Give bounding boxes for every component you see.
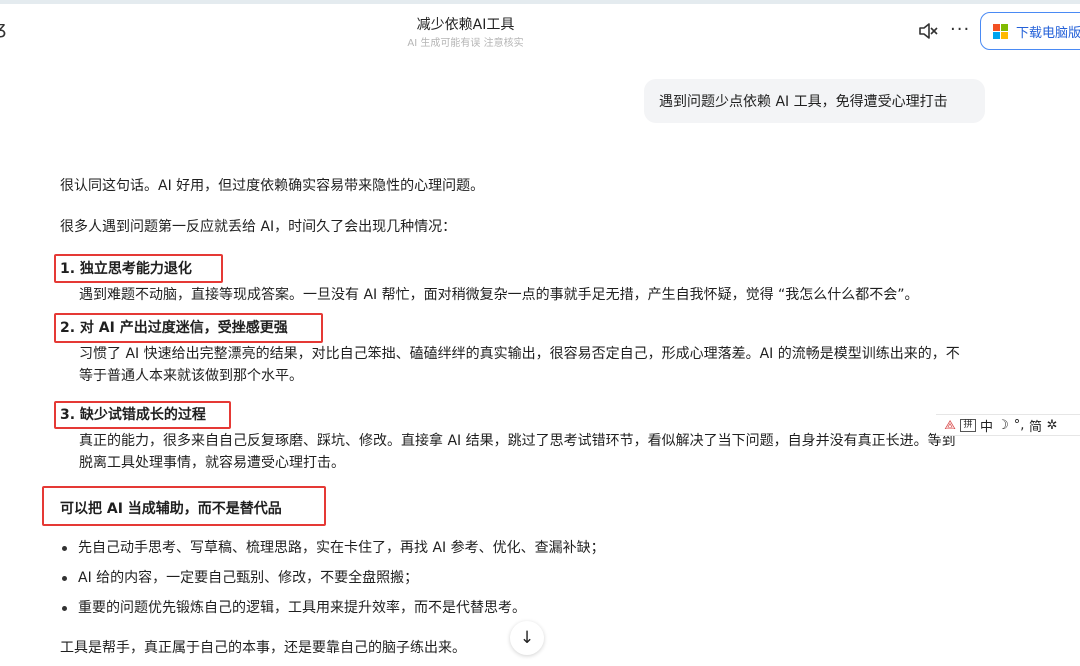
point-body-1: 遇到难题不动脑，直接等现成答案。一旦没有 AI 帮忙，面对稍微复杂一点的事就手足… [79, 287, 919, 303]
scroll-to-bottom-button[interactable]: ↓ [510, 621, 544, 655]
speaker-muted-icon[interactable] [918, 22, 938, 40]
point-body-2: 习惯了 AI 快速给出完整漂亮的结果，对比自己笨拙、磕磕绊绊的真实输出，很容易否… [79, 346, 960, 384]
more-options-icon[interactable]: ··· [950, 20, 970, 40]
bullet-item: 重要的问题优先锻炼自己的逻辑，工具用来提升效率，而不是代替思考。 [60, 597, 526, 619]
download-desktop-button[interactable]: 下载电脑版 [980, 12, 1080, 50]
highlight-box-point-1 [54, 254, 223, 283]
highlight-box-section [42, 486, 326, 526]
download-button-label: 下载电脑版 [1016, 25, 1080, 41]
bullet-item: 先自己动手思考、写草稿、梳理思路，实在卡住了，再找 AI 参考、优化、查漏补缺； [60, 537, 605, 559]
ai-disclaimer: AI 生成可能有误 注意核实 [407, 38, 524, 49]
ime-toolbar: ⟁ 拼 中 ☽ °, 简 ✲ [936, 414, 1080, 436]
highlight-box-point-2 [54, 313, 323, 343]
arrow-down-icon: ↓ [519, 628, 535, 648]
conversation-title[interactable]: 减少依赖AI工具 [0, 14, 931, 34]
ime-logo-icon[interactable]: ⟁ [944, 418, 956, 433]
ime-language-toggle[interactable]: 中 [980, 416, 993, 435]
point-body-3: 真正的能力，很多来自自己反复琢磨、踩坑、修改。直接拿 AI 结果，跳过了思考试错… [79, 433, 956, 471]
ime-punctuation-toggle[interactable]: °, [1013, 418, 1025, 433]
ime-width-moon-icon[interactable]: ☽ [997, 418, 1009, 433]
ime-pinyin-toggle[interactable]: 拼 [960, 418, 976, 432]
answer-closing: 工具是帮手，真正属于自己的本事，还是要靠自己的脑子练出来。 [60, 640, 466, 656]
bullet-item: AI 给的内容，一定要自己甄别、修改，不要全盘照搬； [60, 567, 418, 589]
ime-settings-gear-icon[interactable]: ✲ [1046, 418, 1058, 433]
chat-header: ʒ 减少依赖AI工具 AI 生成可能有误 注意核实 ··· 下载电脑版 [0, 4, 1080, 56]
answer-intro: 很认同这句话。AI 好用，但过度依赖确实容易带来隐性的心理问题。 [60, 178, 485, 194]
highlight-box-point-3 [54, 401, 231, 429]
user-message-bubble: 遇到问题少点依赖 AI 工具，免得遭受心理打击 [644, 79, 985, 123]
windows-logo-icon [993, 23, 1008, 39]
ime-simplified-toggle[interactable]: 简 [1029, 416, 1042, 435]
answer-lead: 很多人遇到问题第一反应就丢给 AI，时间久了会出现几种情况： [60, 219, 457, 235]
